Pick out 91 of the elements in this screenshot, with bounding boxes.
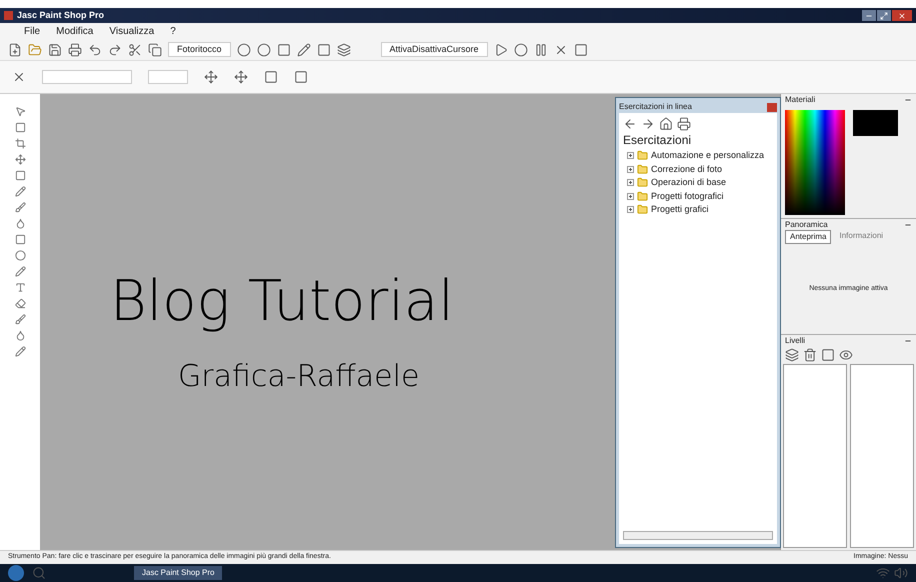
tool-icon[interactable]	[14, 346, 26, 357]
eye-icon[interactable]	[839, 348, 853, 362]
preset-dropdown[interactable]: Fotoritocco	[168, 42, 231, 58]
folder-icon	[637, 150, 648, 162]
tool-icon[interactable]	[14, 154, 26, 165]
tool-icon[interactable]	[14, 186, 26, 197]
square-icon[interactable]	[294, 70, 308, 84]
start-button[interactable]	[8, 565, 24, 581]
play-icon[interactable]	[494, 42, 508, 56]
circle-icon[interactable]	[256, 42, 271, 56]
copy-icon[interactable]	[148, 42, 162, 56]
tool-icon[interactable]	[14, 250, 26, 261]
circle-icon[interactable]	[236, 42, 251, 56]
redo-icon[interactable]	[108, 42, 122, 56]
menu-item[interactable]: ?	[170, 24, 176, 38]
tool-icon[interactable]	[14, 122, 26, 133]
close-icon	[898, 12, 906, 20]
tool-icon[interactable]	[14, 218, 26, 229]
color-spectrum[interactable]	[785, 110, 845, 215]
taskbar-app[interactable]: Jasc Paint Shop Pro	[134, 566, 222, 580]
expand-icon[interactable]	[627, 179, 634, 186]
folder-icon	[637, 190, 648, 202]
folder-icon	[637, 164, 648, 175]
tool-icon[interactable]	[14, 282, 26, 293]
layers-icon[interactable]	[785, 348, 799, 362]
tool-icon[interactable]	[14, 314, 26, 325]
save-icon[interactable]	[48, 42, 62, 56]
move-icon[interactable]	[234, 70, 248, 84]
option-field[interactable]	[42, 70, 132, 84]
print-icon[interactable]	[677, 117, 691, 131]
pause-icon[interactable]	[534, 42, 548, 56]
undo-icon[interactable]	[88, 42, 102, 56]
square-icon[interactable]	[264, 70, 278, 84]
canvas-subheading: Grafica-Raffaele	[178, 358, 420, 396]
script-dropdown[interactable]: AttivaDisattivaCursore	[380, 42, 488, 58]
panel-title: Livelli	[785, 334, 806, 346]
square-icon[interactable]	[316, 42, 331, 56]
panel-title: Panoramica	[785, 218, 828, 230]
move-icon[interactable]	[204, 70, 218, 84]
menu-item[interactable]: Modifica	[56, 24, 94, 38]
panel-title: Materiali	[785, 94, 816, 106]
option-field[interactable]	[148, 70, 188, 84]
square-icon[interactable]	[276, 42, 291, 56]
app-icon	[4, 11, 13, 20]
home-icon[interactable]	[659, 117, 673, 131]
print-icon[interactable]	[68, 42, 82, 56]
expand-icon[interactable]	[627, 152, 634, 160]
new-file-icon[interactable]	[8, 42, 22, 56]
tree-item[interactable]: Correzione di foto	[651, 162, 722, 176]
panel-tab[interactable]: Informazioni	[835, 230, 888, 244]
cut-icon[interactable]	[128, 42, 142, 56]
folder-icon[interactable]	[28, 42, 42, 56]
expand-icon[interactable]	[627, 192, 634, 200]
maximize-icon	[880, 12, 888, 20]
menu-item[interactable]: File	[24, 24, 40, 38]
tool-icon[interactable]	[14, 298, 26, 309]
minimize-button[interactable]	[862, 10, 876, 21]
tool-icon[interactable]	[14, 106, 26, 117]
tree-heading: Esercitazioni	[623, 132, 692, 149]
tree-item[interactable]: Operazioni di base	[651, 176, 726, 190]
close-button[interactable]	[767, 102, 777, 112]
color-swatch[interactable]	[853, 110, 898, 136]
tree-item[interactable]: Automazione e personalizza	[651, 149, 764, 162]
canvas-heading: Blog Tutorial	[110, 274, 454, 330]
menu-item[interactable]: Visualizza	[109, 24, 154, 38]
panel-tab[interactable]: Anteprima	[785, 230, 832, 244]
horizontal-scrollbar[interactable]	[623, 531, 773, 540]
window-title: Jasc Paint Shop Pro	[17, 8, 104, 22]
tool-icon[interactable]	[14, 266, 26, 277]
tree-item[interactable]: Progetti fotografici	[651, 190, 724, 203]
tool-icon[interactable]	[14, 234, 26, 245]
expand-icon[interactable]	[627, 166, 634, 173]
back-icon[interactable]	[623, 117, 637, 131]
stop-icon[interactable]	[574, 42, 588, 56]
square-icon[interactable]	[821, 348, 835, 362]
folder-icon	[637, 204, 648, 216]
close-icon[interactable]	[12, 70, 26, 84]
trash-icon[interactable]	[803, 348, 817, 362]
expand-icon[interactable]	[627, 206, 634, 214]
tool-icon[interactable]	[14, 330, 26, 341]
tree-item[interactable]: Progetti grafici	[651, 203, 709, 216]
circle-icon[interactable]	[514, 42, 528, 56]
tool-icon[interactable]	[14, 170, 26, 181]
maximize-button[interactable]	[877, 10, 891, 21]
pencil-icon[interactable]	[296, 42, 311, 56]
folder-icon	[637, 177, 648, 188]
tool-icon[interactable]	[14, 138, 26, 149]
panel-title: Esercitazioni in linea	[619, 101, 692, 113]
forward-icon[interactable]	[641, 117, 655, 131]
tool-icon[interactable]	[14, 202, 26, 213]
layers-icon[interactable]	[336, 42, 351, 56]
